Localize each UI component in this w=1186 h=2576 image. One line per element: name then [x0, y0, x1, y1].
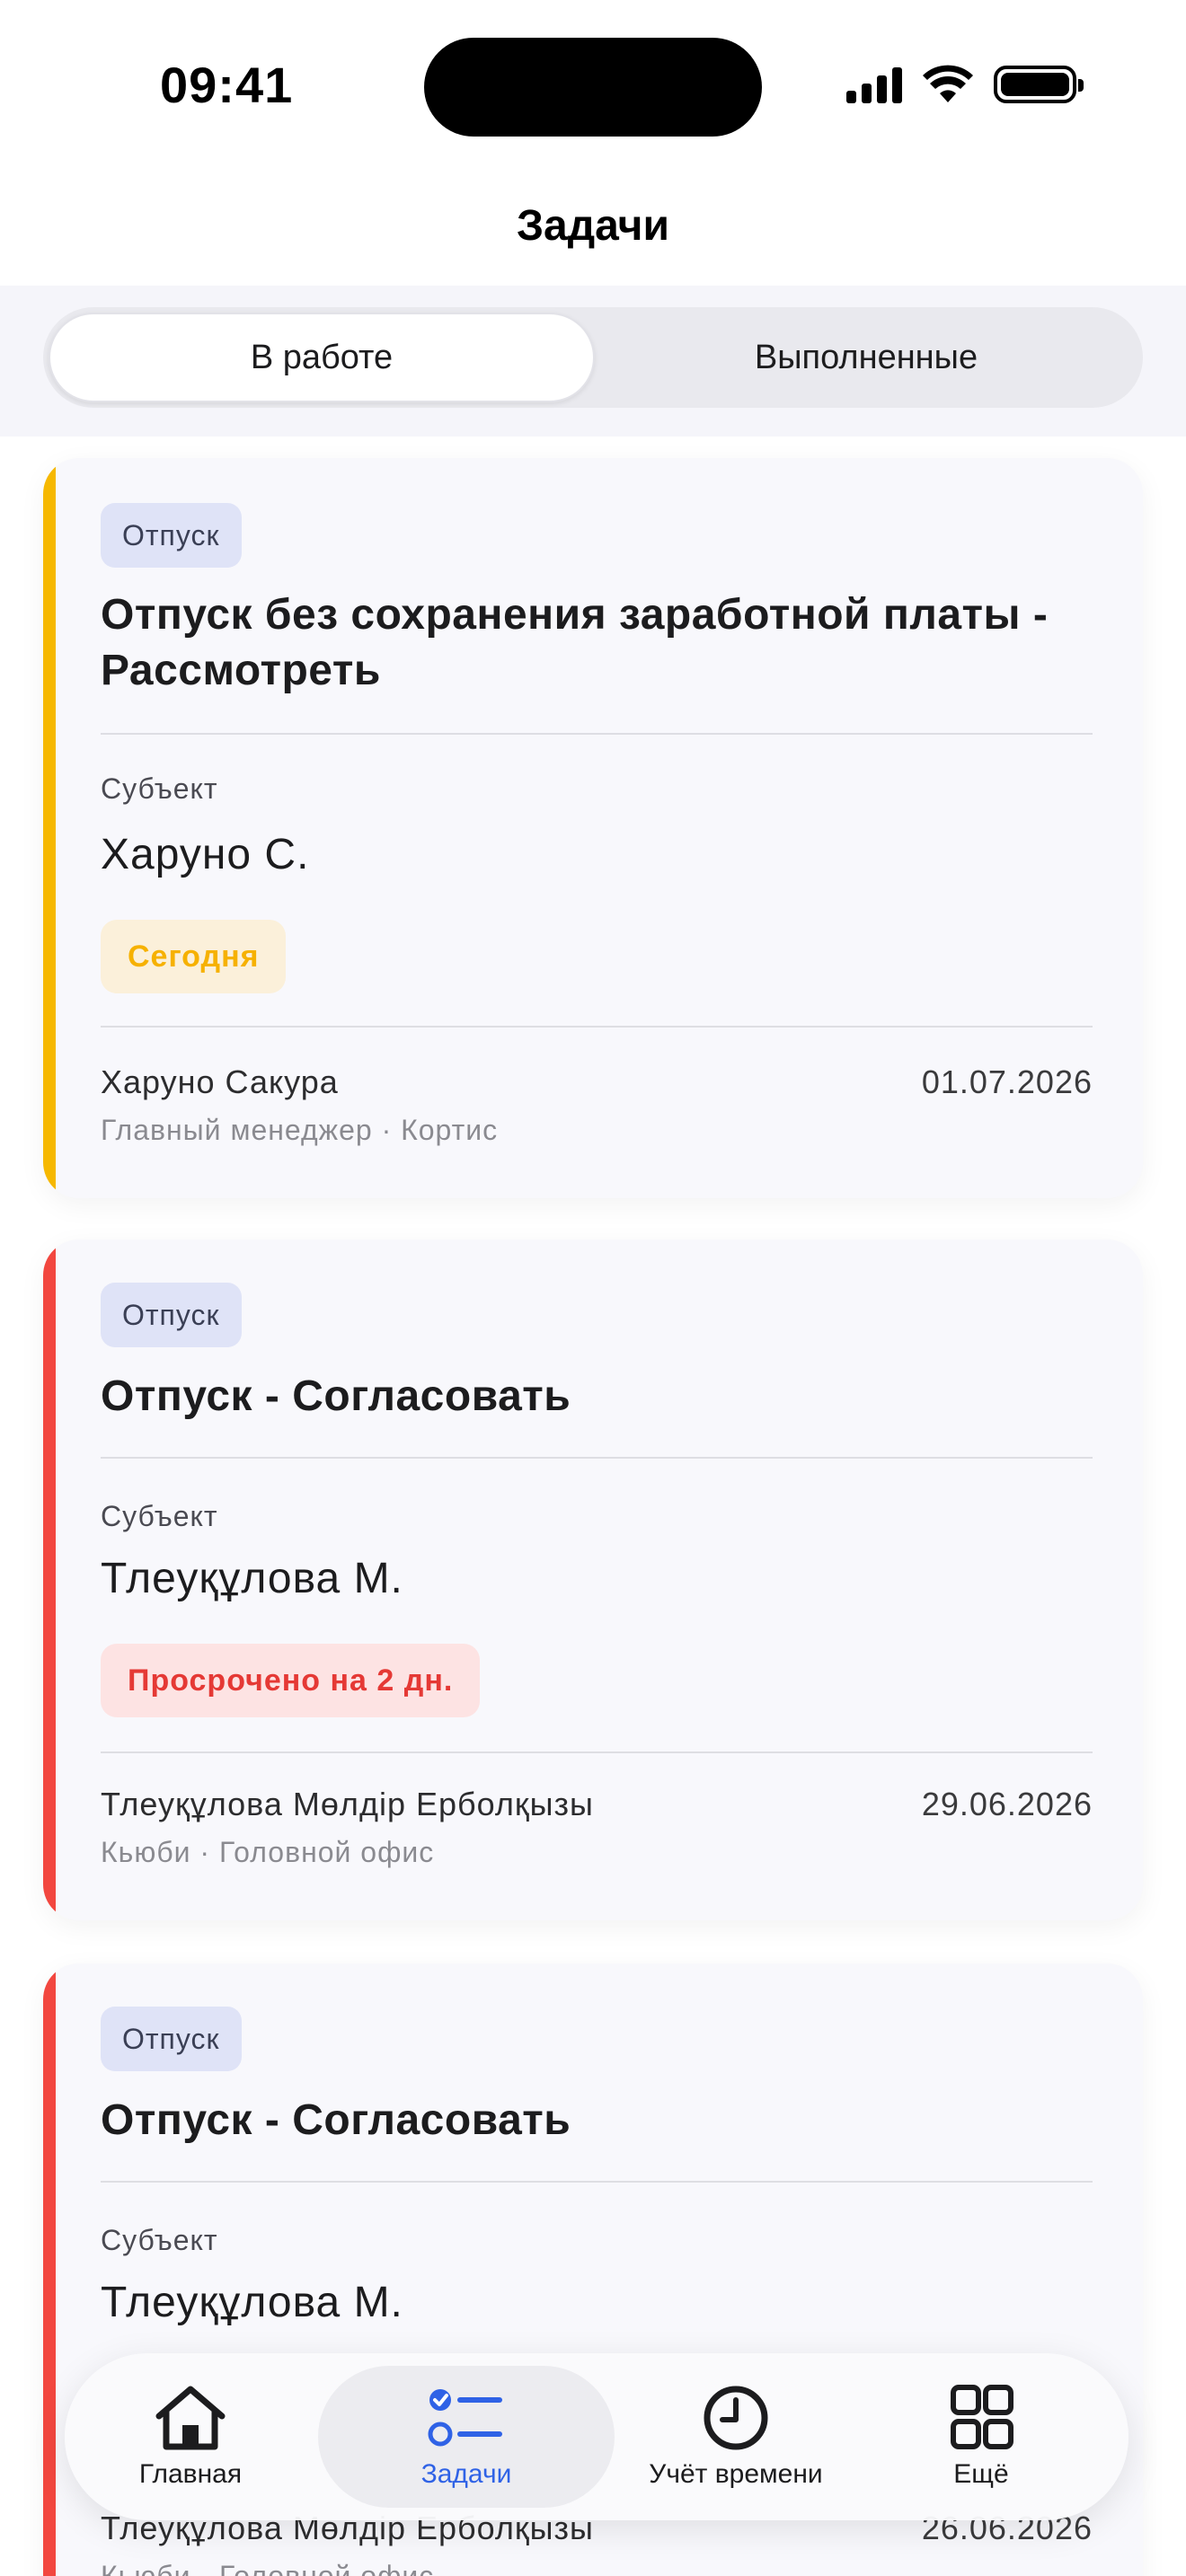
tab-home-label: Главная: [138, 2459, 243, 2489]
status-icons: [846, 65, 1084, 104]
divider: [101, 1026, 1093, 1028]
initiator-name: Харуно Сакура: [101, 1063, 339, 1100]
tab-tasks-label: Задачи: [420, 2459, 512, 2489]
due-badge: Сегодня: [101, 920, 287, 993]
card-accent-bar: [43, 1239, 56, 1920]
tasks-screen: 09:41 Задачи В работе Выполненные Отпуск: [0, 0, 1186, 2576]
task-card[interactable]: Отпуск Отпуск без сохранения заработной …: [43, 458, 1143, 1198]
tab-more[interactable]: Ещё: [873, 2353, 1089, 2520]
tasks-icon: [428, 2389, 502, 2447]
initiator-role: Главный менеджер · Кортис: [101, 1114, 499, 1146]
segment-completed[interactable]: Выполненные: [595, 313, 1137, 402]
cellular-signal-icon: [846, 66, 902, 103]
grid-icon: [951, 2385, 1013, 2449]
bottom-tab-bar: Главная Задачи Учёт времени Ещё: [65, 2353, 1128, 2520]
due-badge: Просрочено на 2 дн.: [101, 1644, 481, 1717]
initiator-role: Кьюби · Головной офис: [101, 2560, 435, 2576]
card-accent-bar: [43, 1963, 56, 2576]
task-title: Отпуск без сохранения заработной платы -…: [101, 591, 1049, 694]
task-date: 29.06.2026: [921, 1786, 1093, 1822]
subject-name: Тлеуқұлова М.: [101, 2279, 403, 2326]
home-icon: [155, 2386, 226, 2450]
card-accent-bar: [43, 458, 56, 1198]
task-title: Отпуск - Согласовать: [101, 1372, 571, 1420]
initiator-role: Кьюби · Головной офис: [101, 1836, 435, 1868]
task-type-tag: Отпуск: [101, 503, 242, 568]
divider: [101, 1457, 1093, 1459]
tab-more-label: Ещё: [953, 2459, 1009, 2489]
task-title: Отпуск - Согласовать: [101, 2096, 571, 2144]
divider: [101, 1751, 1093, 1753]
tab-time-tracking-label: Учёт времени: [649, 2459, 823, 2489]
subject-label: Субъект: [101, 2224, 218, 2256]
subject-name: Тлеуқұлова М.: [101, 1555, 403, 1602]
tab-time-tracking[interactable]: Учёт времени: [615, 2353, 857, 2520]
subject-label: Субъект: [101, 1500, 218, 1532]
subject-name: Харуно С.: [101, 831, 310, 878]
clock-icon: [704, 2386, 768, 2450]
page-title: Задачи: [516, 202, 670, 250]
divider: [101, 733, 1093, 735]
segmented-wrapper: В работе Выполненные: [0, 286, 1186, 437]
status-time: 09:41: [160, 57, 294, 113]
tab-home[interactable]: Главная: [83, 2353, 298, 2520]
dynamic-island: [424, 38, 762, 137]
battery-icon: [994, 66, 1084, 103]
divider: [101, 2181, 1093, 2183]
task-card[interactable]: Отпуск Отпуск - Согласовать Субъект Тлеу…: [43, 1239, 1143, 1920]
segment-in-progress[interactable]: В работе: [49, 313, 595, 402]
tab-tasks[interactable]: Задачи: [318, 2353, 615, 2520]
task-type-tag: Отпуск: [101, 2007, 242, 2071]
status-bar: 09:41: [0, 0, 1186, 171]
status-segmented-control: В работе Выполненные: [43, 307, 1143, 408]
initiator-name: Тлеуқұлова Мөлдір Ерболқызы: [101, 1786, 594, 1822]
task-date: 01.07.2026: [921, 1063, 1093, 1100]
nav-header: Задачи: [0, 171, 1186, 286]
task-type-tag: Отпуск: [101, 1283, 242, 1347]
wifi-icon: [923, 65, 973, 102]
subject-label: Субъект: [101, 772, 218, 805]
